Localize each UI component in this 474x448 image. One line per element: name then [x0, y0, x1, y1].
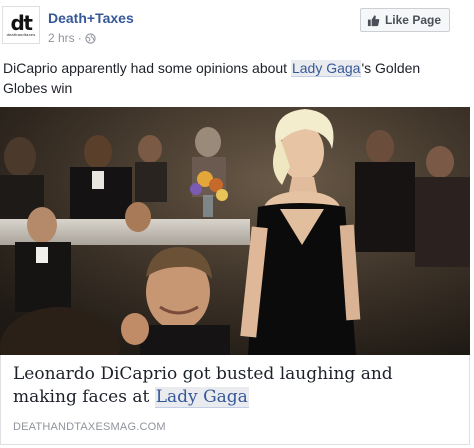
timestamp[interactable]: 2 hrs — [48, 31, 75, 45]
facebook-post: dt deathandtaxes Death+Taxes 2 hrs · Lik… — [0, 0, 474, 448]
link-domain: DEATHANDTAXESMAG.COM — [13, 421, 166, 433]
photo-illustration — [0, 107, 470, 355]
page-avatar[interactable]: dt deathandtaxes — [2, 6, 40, 44]
meta-separator: · — [77, 31, 82, 45]
post-text: DiCaprio apparently had some opinions ab… — [3, 58, 463, 98]
link-preview-card[interactable]: Leonardo DiCaprio got busted laughing an… — [0, 355, 470, 445]
headline-mention-lady-gaga[interactable]: Lady Gaga — [154, 387, 249, 408]
mention-lady-gaga[interactable]: Lady Gaga — [290, 60, 362, 77]
post-meta: 2 hrs · — [48, 31, 96, 45]
link-headline[interactable]: Leonardo DiCaprio got busted laughing an… — [13, 363, 453, 409]
page-name-link[interactable]: Death+Taxes — [48, 10, 134, 26]
post-photo[interactable] — [0, 107, 470, 355]
avatar-logo-sub: deathandtaxes — [6, 31, 36, 37]
globe-icon[interactable] — [85, 32, 96, 44]
like-page-label: Like Page — [384, 13, 441, 27]
avatar-logo: dt — [10, 10, 33, 35]
thumbs-up-icon — [367, 14, 380, 26]
post-text-before: DiCaprio apparently had some opinions ab… — [3, 60, 291, 76]
like-page-button[interactable]: Like Page — [359, 8, 450, 32]
